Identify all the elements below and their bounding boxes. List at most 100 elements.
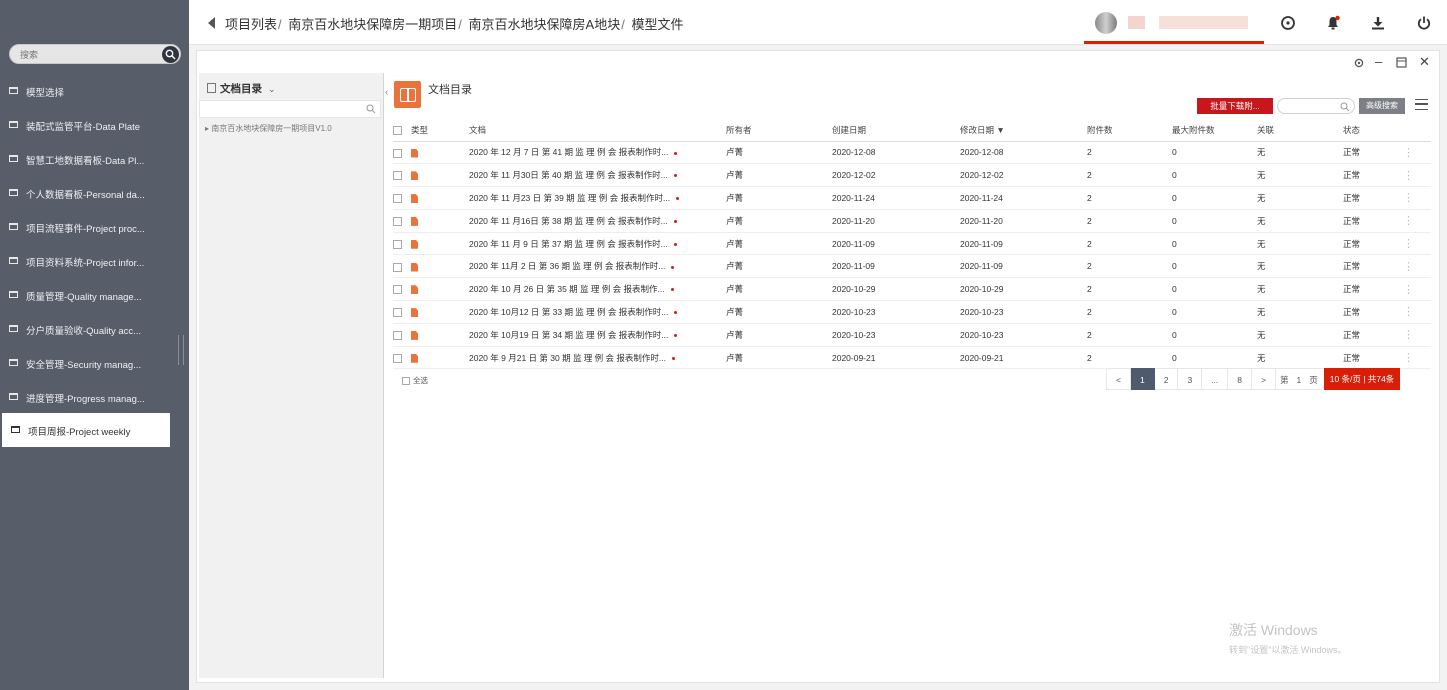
tree-header[interactable]: 文档目录 ⌄ xyxy=(207,81,276,96)
more-options-icon[interactable]: ⋮ xyxy=(1403,238,1414,250)
document-name[interactable]: 2020 年 9 月21 日 第 30 期 监 理 例 会 报表制作时... xyxy=(469,353,666,363)
sidebar-search-input[interactable] xyxy=(20,47,158,62)
tree-node[interactable]: ▸ 南京百水地块保障房一期项目V1.0 xyxy=(205,123,332,134)
table-row[interactable]: 2020 年 11月 2 日 第 36 期 监 理 例 会 报表制作时... 卢菁… xyxy=(393,254,1431,279)
more-options-icon[interactable]: ⋮ xyxy=(1403,352,1414,364)
user-menu[interactable] xyxy=(1084,0,1264,44)
content-search-input[interactable] xyxy=(1278,100,1338,115)
document-name[interactable]: 2020 年 11 月16日 第 38 期 监 理 例 会 报表制作时... xyxy=(469,216,668,226)
sidebar-item-personal-dashboard[interactable]: 个人数据看板-Personal da... xyxy=(0,176,170,210)
sidebar-item-model-select[interactable]: 模型选择 xyxy=(0,74,170,108)
column-header-max-attachments[interactable]: 最大附件数 xyxy=(1172,119,1257,142)
sidebar-item-process-events[interactable]: 项目流程事件-Project proc... xyxy=(0,210,170,244)
column-header-type[interactable]: 类型 xyxy=(411,119,469,142)
close-icon[interactable]: ✕ xyxy=(1419,54,1430,70)
more-options-icon[interactable]: ⋮ xyxy=(1403,284,1414,296)
advanced-search-button[interactable]: 高级搜索 xyxy=(1359,98,1405,114)
search-icon[interactable] xyxy=(162,46,179,63)
row-checkbox[interactable] xyxy=(393,262,402,272)
column-header-status[interactable]: 状态 xyxy=(1343,119,1403,142)
document-name[interactable]: 2020 年 11 月23 日 第 39 期 监 理 例 会 报表制作时... xyxy=(469,193,670,203)
row-checkbox[interactable] xyxy=(393,216,402,226)
sidebar-item-data-plate[interactable]: 装配式监管平台-Data Plate xyxy=(0,108,170,142)
column-header-document[interactable]: 文档 xyxy=(469,119,726,142)
table-row[interactable]: 2020 年 11 月16日 第 38 期 监 理 例 会 报表制作时... 卢菁… xyxy=(393,209,1431,233)
download-icon[interactable] xyxy=(1370,15,1386,31)
more-options-icon[interactable]: ⋮ xyxy=(1403,306,1414,318)
document-name[interactable]: 2020 年 11月 2 日 第 36 期 监 理 例 会 报表制作时... xyxy=(469,261,665,271)
row-checkbox[interactable] xyxy=(393,194,402,204)
more-options-icon[interactable]: ⋮ xyxy=(1403,215,1414,227)
sidebar-item-project-info[interactable]: 项目资料系统-Project infor... xyxy=(0,244,170,278)
more-options-icon[interactable]: ⋮ xyxy=(1403,170,1414,182)
row-checkbox[interactable] xyxy=(393,330,402,340)
column-header-created[interactable]: 创建日期 xyxy=(832,119,960,142)
page-size-select[interactable]: 10 条/页 | 共74条 xyxy=(1323,368,1401,390)
column-header-modified[interactable]: 修改日期 ▼ xyxy=(960,119,1087,142)
sidebar-item-site-dashboard[interactable]: 智慧工地数据看板-Data Pl... xyxy=(0,142,170,176)
table-row[interactable]: 2020 年 10月12 日 第 33 期 监 理 例 会 报表制作时... 卢菁… xyxy=(393,300,1431,324)
column-header-related[interactable]: 关联 xyxy=(1257,119,1343,142)
sidebar-item-quality[interactable]: 质量管理-Quality manage... xyxy=(0,278,170,312)
header-checkbox[interactable] xyxy=(393,125,402,135)
row-checkbox[interactable] xyxy=(393,308,402,318)
more-options-icon[interactable]: ⋮ xyxy=(1403,261,1414,273)
table-row[interactable]: 2020 年 11 月30日 第 40 期 监 理 例 会 报表制作时... 卢菁… xyxy=(393,163,1431,188)
clock-icon[interactable] xyxy=(1280,15,1296,31)
sidebar-item-progress[interactable]: 进度管理-Progress manag... xyxy=(0,380,170,414)
more-options-icon[interactable]: ⋮ xyxy=(1403,147,1414,159)
pagination-page[interactable]: 8 xyxy=(1228,368,1252,390)
pagination-page[interactable]: 3 xyxy=(1178,368,1203,390)
created-cell: 2020-10-23 xyxy=(832,323,960,347)
sidebar-item-security[interactable]: 安全管理-Security manag... xyxy=(0,346,170,380)
document-name[interactable]: 2020 年 12 月 7 日 第 41 期 监 理 例 会 报表制作时... xyxy=(469,147,668,157)
table-row[interactable]: 2020 年 10月19 日 第 34 期 监 理 例 会 报表制作时... 卢菁… xyxy=(393,323,1431,347)
row-checkbox[interactable] xyxy=(393,239,402,249)
document-name[interactable]: 2020 年 10月12 日 第 33 期 监 理 例 会 报表制作时... xyxy=(469,307,668,317)
breadcrumb-item[interactable]: 南京百水地块保障房A地块 xyxy=(469,17,621,32)
row-checkbox[interactable] xyxy=(393,353,402,363)
pagination-page[interactable]: 1 xyxy=(1130,368,1155,390)
pagination-page[interactable]: 2 xyxy=(1154,368,1179,390)
document-name[interactable]: 2020 年 11 月30日 第 40 期 监 理 例 会 报表制作时... xyxy=(469,170,668,180)
table-row[interactable]: 2020 年 11 月 9 日 第 37 期 监 理 例 会 报表制作时... 卢… xyxy=(393,232,1431,256)
settings-icon[interactable] xyxy=(1353,57,1365,72)
sidebar-resize-handle[interactable] xyxy=(178,335,184,365)
select-all-checkbox[interactable] xyxy=(402,377,410,386)
power-icon[interactable] xyxy=(1416,15,1432,31)
bell-icon[interactable] xyxy=(1325,15,1341,31)
batch-download-button[interactable]: 批量下载附... xyxy=(1197,98,1273,114)
table-row[interactable]: 2020 年 10 月 26 日 第 35 期 监 理 例 会 报表制作... 卢… xyxy=(393,277,1431,302)
sidebar-item-weekly[interactable]: 项目周报-Project weekly xyxy=(2,413,170,447)
table-row[interactable]: 2020 年 11 月23 日 第 39 期 监 理 例 会 报表制作时... 卢… xyxy=(393,186,1431,210)
row-checkbox[interactable] xyxy=(393,148,402,158)
table-row[interactable]: 2020 年 12 月 7 日 第 41 期 监 理 例 会 报表制作时... 卢… xyxy=(393,141,1431,165)
goto-page-input[interactable]: 1 xyxy=(1292,368,1306,390)
document-name[interactable]: 2020 年 11 月 9 日 第 37 期 监 理 例 会 报表制作时... xyxy=(469,239,668,249)
row-checkbox[interactable] xyxy=(393,171,402,181)
table-row[interactable]: 2020 年 9 月21 日 第 30 期 监 理 例 会 报表制作时... 卢菁… xyxy=(393,346,1431,370)
select-all[interactable]: 全选 xyxy=(402,375,428,386)
minimize-icon[interactable]: – xyxy=(1375,54,1382,69)
list-view-icon[interactable] xyxy=(1415,99,1428,110)
back-icon[interactable] xyxy=(208,17,215,29)
sidebar-item-quality-acceptance[interactable]: 分户质量验收-Quality acc... xyxy=(0,312,170,346)
breadcrumb-item[interactable]: 项目列表 xyxy=(225,17,277,32)
search-icon[interactable] xyxy=(1340,101,1350,115)
document-name[interactable]: 2020 年 10月19 日 第 34 期 监 理 例 会 报表制作时... xyxy=(469,330,668,340)
breadcrumb-item[interactable]: 南京百水地块保障房一期项目 xyxy=(288,17,457,32)
pagination-next[interactable]: > xyxy=(1252,368,1276,390)
search-icon[interactable] xyxy=(366,103,376,117)
column-header-attachments[interactable]: 附件数 xyxy=(1087,119,1172,142)
column-header-owner[interactable]: 所有者 xyxy=(726,119,832,142)
sidebar-item-label: 分户质量验收-Quality acc... xyxy=(26,326,142,337)
row-checkbox[interactable] xyxy=(393,285,402,295)
pagination-prev[interactable]: < xyxy=(1106,368,1131,390)
status-cell: 正常 xyxy=(1343,209,1403,233)
more-options-icon[interactable]: ⋮ xyxy=(1403,329,1414,341)
document-name[interactable]: 2020 年 10 月 26 日 第 35 期 监 理 例 会 报表制作... xyxy=(469,284,665,294)
maximize-icon[interactable] xyxy=(1396,56,1407,71)
more-options-icon[interactable]: ⋮ xyxy=(1403,192,1414,204)
document-icon xyxy=(207,83,216,93)
tree-search-input[interactable] xyxy=(200,101,360,117)
